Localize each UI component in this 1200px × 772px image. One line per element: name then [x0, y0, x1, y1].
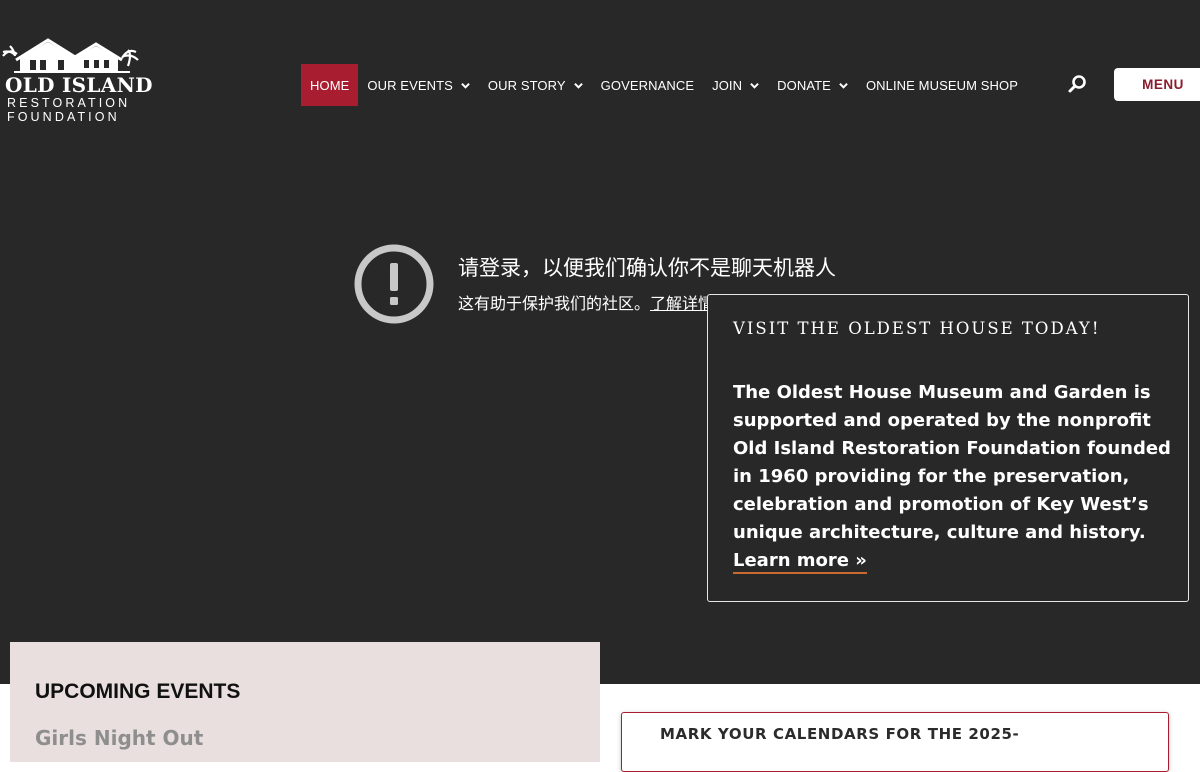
visit-box-body: The Oldest House Museum and Garden is su… [733, 379, 1173, 575]
logo-text-restoration: RESTORATION [7, 96, 131, 110]
menu-button-label: MENU [1142, 77, 1184, 92]
learn-more-link[interactable]: Learn more » [733, 550, 867, 574]
search-icon[interactable] [1066, 73, 1088, 95]
chevron-down-icon [573, 82, 583, 89]
nav-item-our-events[interactable]: OUR EVENTS [358, 64, 479, 106]
nav-item-label: OUR STORY [487, 77, 566, 93]
visit-box-text: The Oldest House Museum and Garden is su… [733, 382, 1171, 543]
nav-item-label: GOVERNANCE [600, 77, 695, 93]
nav-item-online-museum-shop[interactable]: ONLINE MUSEUM SHOP [857, 64, 1027, 106]
nav-item-join[interactable]: JOIN [703, 64, 768, 106]
nav-item-home[interactable]: HOME [301, 64, 359, 106]
nav-item-governance[interactable]: GOVERNANCE [592, 64, 703, 106]
menu-button[interactable]: MENU [1114, 68, 1200, 101]
nav-item-label: ONLINE MUSEUM SHOP [865, 77, 1018, 93]
nav-item-label: OUR EVENTS [367, 77, 453, 93]
houses-logo-icon [2, 38, 139, 73]
logo-text-foundation: FOUNDATION [7, 110, 120, 124]
nav-item-donate[interactable]: DONATE [768, 64, 857, 106]
logo-text-old-island: OLD ISLAND [5, 73, 153, 97]
visit-oldest-house-box: VISIT THE OLDEST HOUSE TODAY! The Oldest… [707, 294, 1189, 602]
upcoming-events-heading: UPCOMING EVENTS [35, 680, 241, 703]
visit-box-title: VISIT THE OLDEST HOUSE TODAY! [733, 319, 1101, 338]
verification-title: 请登录，以便我们确认你不是聊天机器人 [458, 256, 836, 280]
learn-details-link[interactable]: 了解详情 [650, 294, 714, 313]
verification-subtitle-text: 这有助于保护我们的社区。 [458, 294, 651, 313]
verification-subtitle: 这有助于保护我们的社区。了解详情 [458, 290, 714, 314]
chevron-down-icon [461, 82, 470, 89]
event-link-girls-night-out[interactable]: Girls Night Out [35, 726, 203, 750]
nav-item-our-story[interactable]: OUR STORY [479, 64, 592, 106]
nav-item-label: HOME [310, 77, 350, 93]
exclamation-circle-icon [354, 244, 434, 324]
mark-calendars-card: MARK YOUR CALENDARS FOR THE 2025- [621, 712, 1169, 772]
site-logo[interactable]: OLD ISLAND RESTORATION FOUNDATION [0, 38, 152, 128]
main-nav: HOME OUR EVENTS OUR STORY GOVERNANCE JOI… [301, 64, 1027, 106]
chevron-down-icon [750, 82, 759, 89]
nav-item-label: JOIN [712, 77, 743, 93]
nav-item-label: DONATE [777, 77, 831, 93]
mark-calendars-title: MARK YOUR CALENDARS FOR THE 2025- [660, 725, 1020, 743]
chevron-down-icon [839, 82, 848, 89]
upcoming-events-panel: UPCOMING EVENTS Girls Night Out [10, 642, 600, 762]
